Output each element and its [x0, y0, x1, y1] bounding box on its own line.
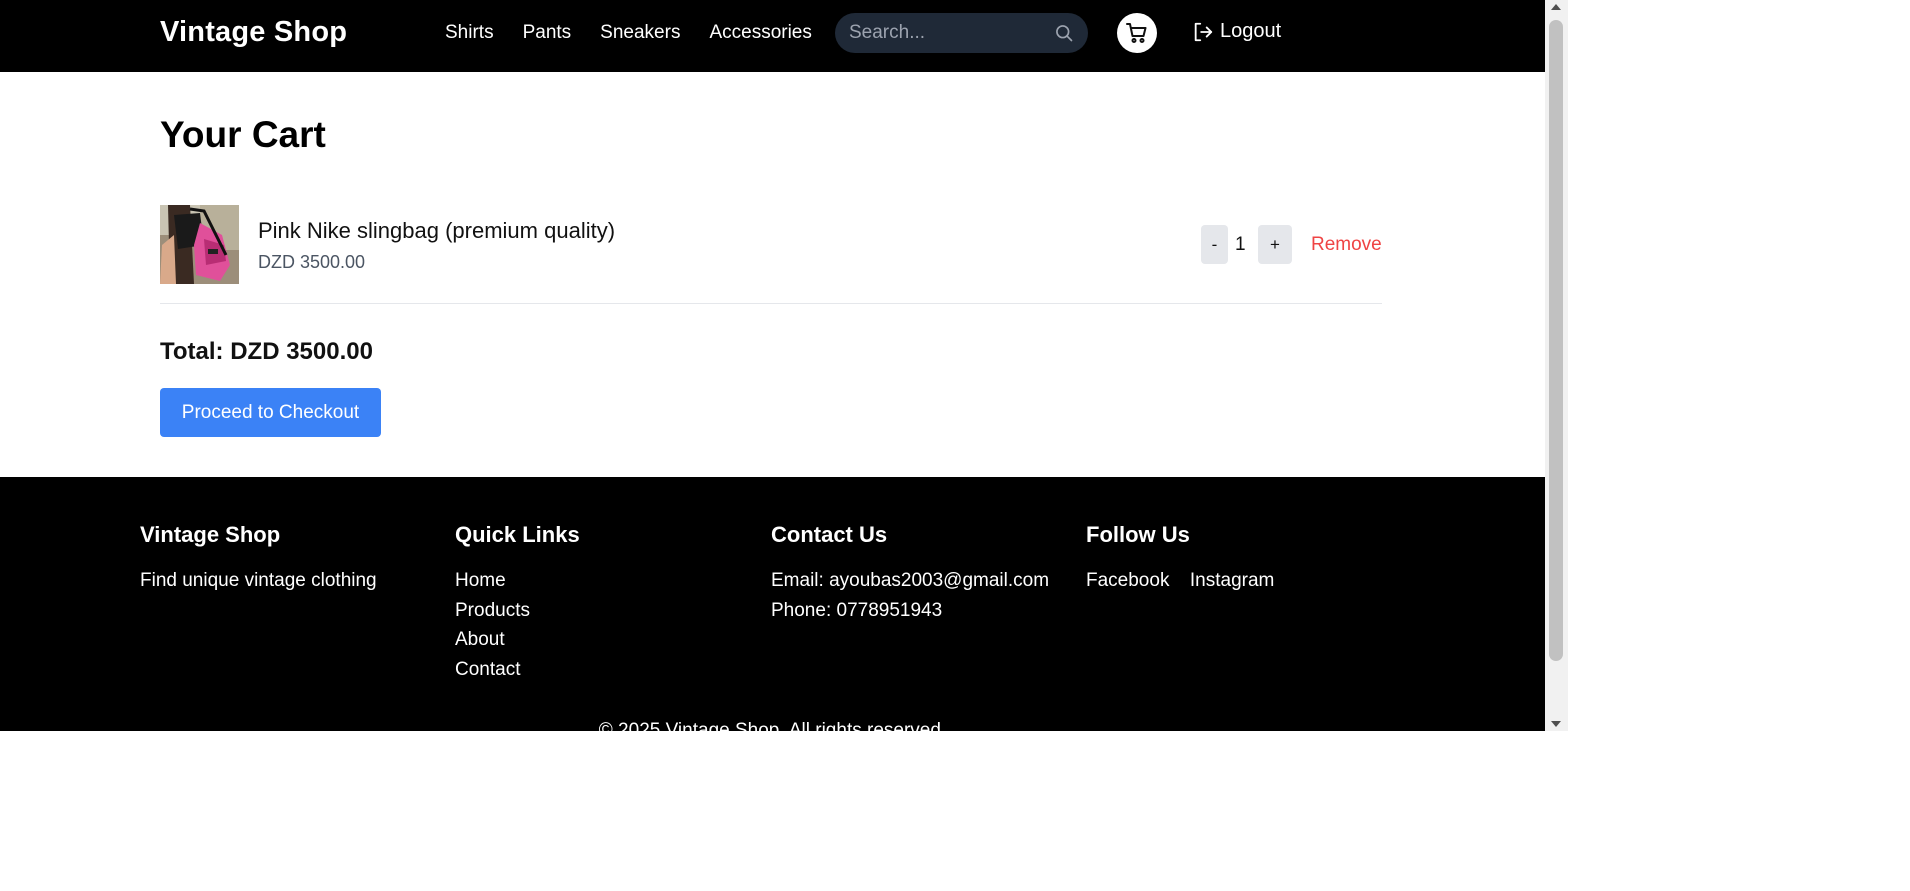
search-icon[interactable]: [1054, 23, 1074, 43]
page-scrollbar[interactable]: [1545, 0, 1568, 731]
search-input[interactable]: [849, 13, 1049, 53]
nav-pants[interactable]: Pants: [523, 22, 572, 44]
product-thumbnail[interactable]: [160, 205, 239, 284]
scroll-up-icon[interactable]: [1551, 4, 1561, 10]
checkout-button[interactable]: Proceed to Checkout: [160, 388, 381, 437]
footer-about-heading: Vintage Shop: [140, 522, 281, 547]
footer-link-products[interactable]: Products: [455, 596, 580, 626]
search-bar: [835, 13, 1088, 53]
product-price: DZD 3500.00: [258, 252, 366, 272]
logout-button[interactable]: Logout: [1192, 20, 1281, 43]
footer-link-facebook[interactable]: Facebook: [1086, 566, 1169, 596]
brand-logo[interactable]: Vintage Shop: [160, 16, 347, 49]
logout-label: Logout: [1220, 20, 1282, 42]
quantity-value: 1: [1235, 234, 1246, 255]
footer-email: Email: ayoubas2003@gmail.com: [771, 570, 1050, 591]
scrollbar-thumb[interactable]: [1549, 20, 1563, 661]
nav-accessories[interactable]: Accessories: [709, 22, 811, 44]
footer-link-about[interactable]: About: [455, 625, 580, 655]
decrease-quantity-button[interactable]: -: [1201, 225, 1228, 264]
footer-follow: Follow Us Facebook Instagram: [1086, 522, 1290, 596]
increase-quantity-button[interactable]: +: [1258, 225, 1292, 264]
footer-link-home[interactable]: Home: [455, 566, 580, 596]
cart-button[interactable]: [1117, 13, 1157, 53]
footer-link-instagram[interactable]: Instagram: [1190, 566, 1274, 596]
site-footer: Vintage Shop Find unique vintage clothin…: [0, 477, 1545, 741]
site-header: Vintage Shop Shirts Pants Sneakers Acces…: [0, 0, 1545, 72]
nav-sneakers[interactable]: Sneakers: [600, 22, 680, 44]
social-links: Facebook Instagram: [1086, 566, 1290, 596]
footer-quick-links: Quick Links Home Products About Contact: [455, 522, 580, 684]
footer-contact-heading: Contact Us: [771, 522, 888, 547]
footer-follow-heading: Follow Us: [1086, 522, 1190, 547]
footer-copyright: © 2025 Vintage Shop. All rights reserved…: [598, 720, 947, 741]
footer-phone: Phone: 0778951943: [771, 599, 943, 621]
remove-item-button[interactable]: Remove: [1311, 234, 1382, 256]
cart-icon: [1126, 23, 1147, 43]
product-name[interactable]: Pink Nike slingbag (premium quality): [258, 218, 615, 244]
product-photo: [160, 205, 239, 284]
logout-icon: [1194, 22, 1213, 41]
cart-item: Pink Nike slingbag (premium quality) DZD…: [160, 205, 1382, 304]
footer-contact: Contact Us Email: ayoubas2003@gmail.com …: [771, 522, 1049, 625]
nav-shirts[interactable]: Shirts: [445, 22, 494, 44]
main-nav: Shirts Pants Sneakers Accessories: [445, 22, 841, 44]
scroll-down-icon[interactable]: [1551, 721, 1561, 727]
footer-quick-links-heading: Quick Links: [455, 522, 580, 547]
footer-link-contact[interactable]: Contact: [455, 655, 580, 685]
footer-about-text: Find unique vintage clothing: [140, 570, 377, 591]
cart-total: Total: DZD 3500.00: [160, 338, 373, 365]
footer-about: Vintage Shop Find unique vintage clothin…: [140, 522, 377, 596]
page-title: Your Cart: [160, 114, 326, 155]
